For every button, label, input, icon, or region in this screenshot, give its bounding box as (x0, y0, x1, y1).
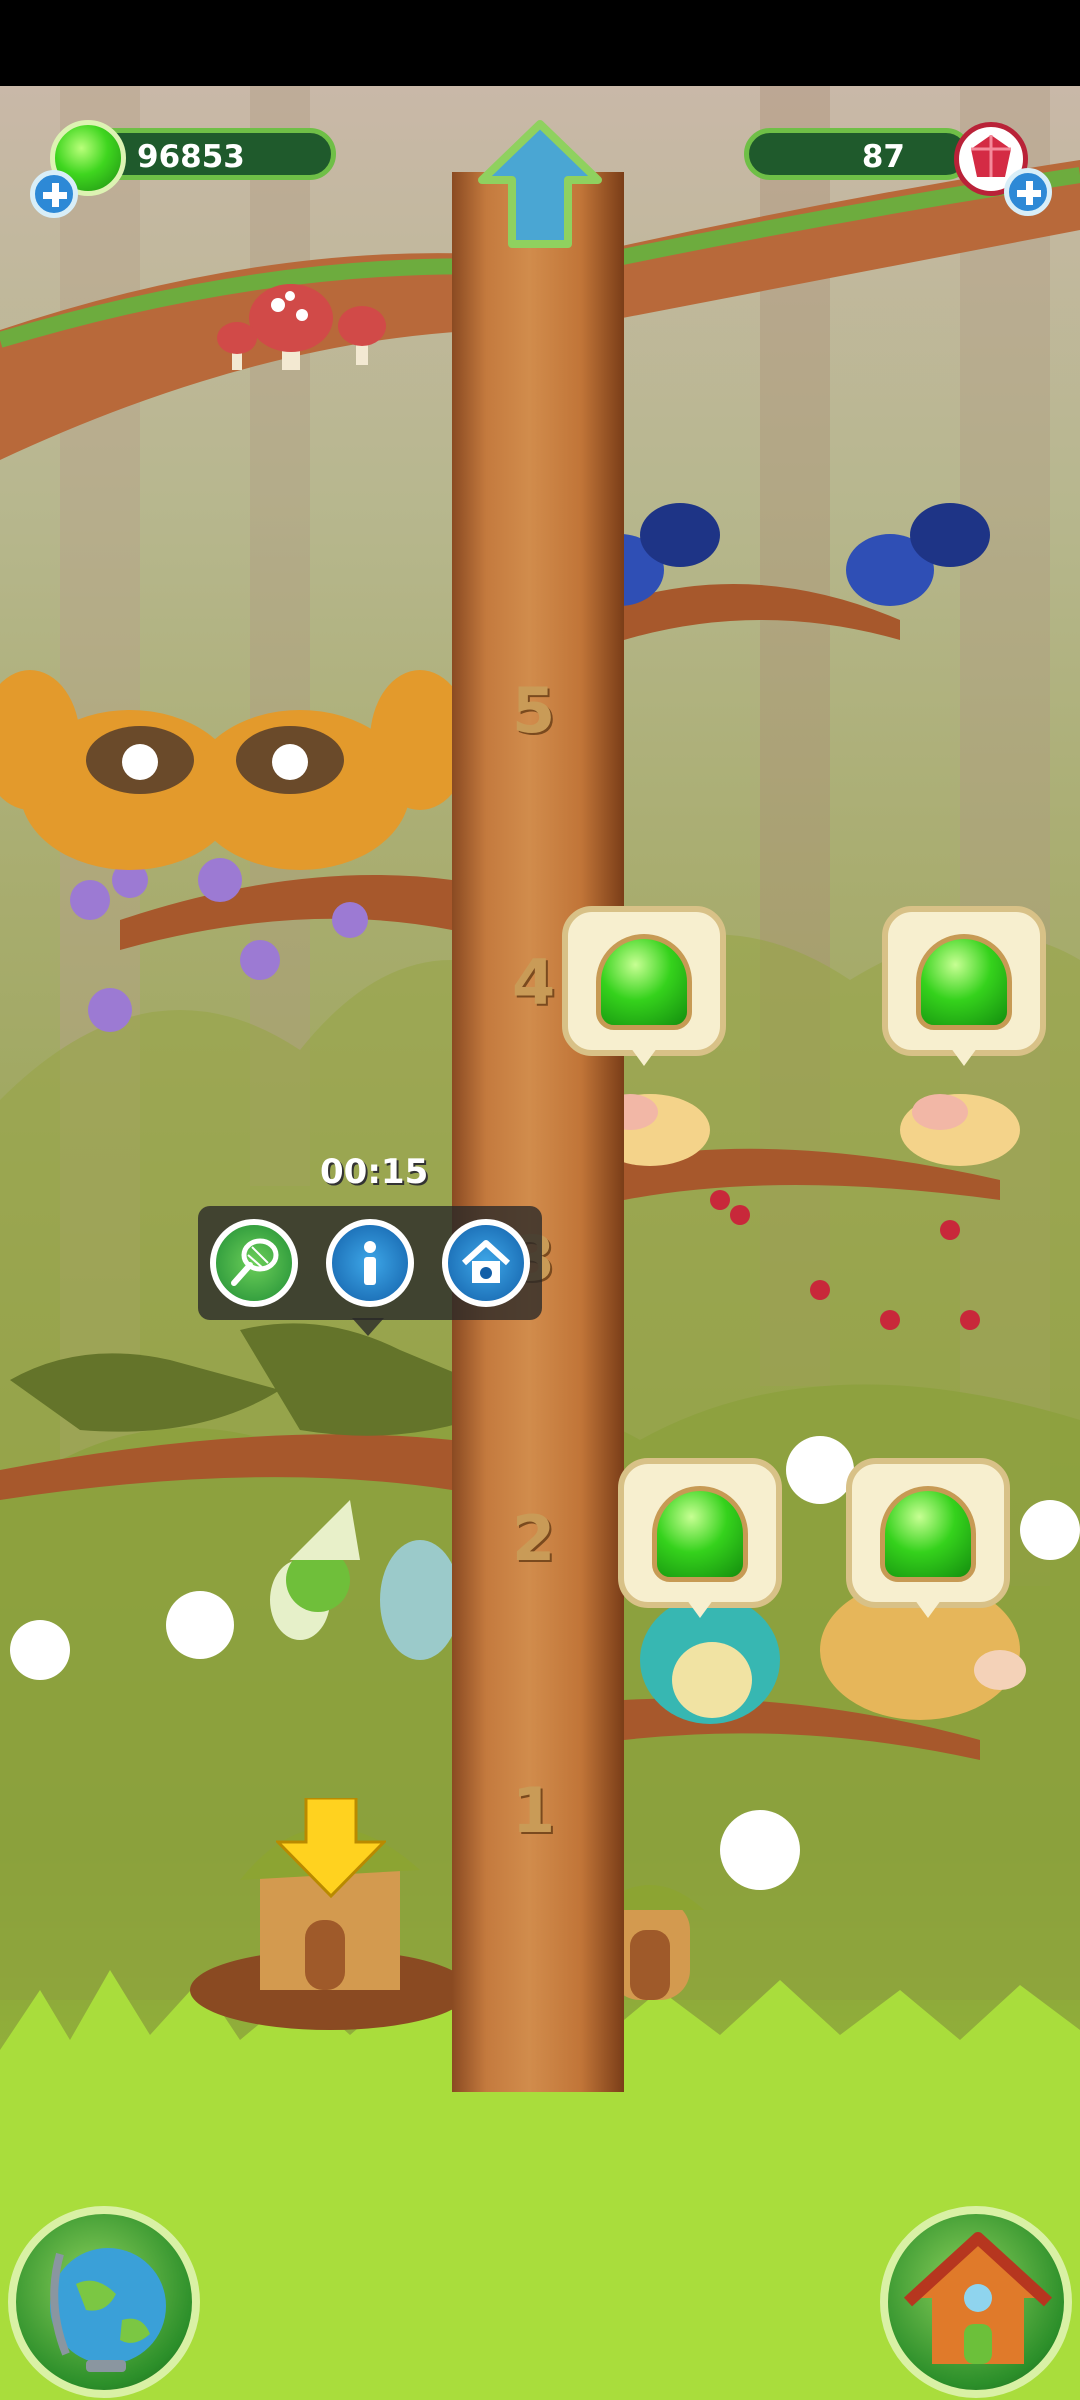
gel-collect-bubble[interactable] (882, 906, 1046, 1074)
gel-count: 96853 (137, 139, 245, 175)
add-gel-button[interactable] (30, 170, 78, 218)
spider-icon (576, 503, 990, 606)
gel-collect-bubble[interactable] (618, 1458, 782, 1626)
gel-collect-bubble[interactable] (846, 1458, 1010, 1626)
crocodile-icon (10, 1323, 520, 1436)
catch-net-button[interactable] (210, 1219, 298, 1307)
down-arrow-icon (276, 1798, 386, 1898)
green-gel-icon (652, 1486, 748, 1582)
pet-house-button[interactable] (442, 1219, 530, 1307)
pet-action-bar (198, 1206, 542, 1336)
globe-icon (50, 2248, 166, 2372)
green-gel-icon (596, 934, 692, 1030)
house-icon (903, 2232, 1053, 2364)
up-arrow-icon[interactable] (478, 120, 602, 250)
info-icon (364, 1241, 376, 1285)
raccoon-icon (0, 670, 470, 870)
world-map-button[interactable] (8, 2206, 200, 2398)
gem-currency-bar: 87 (744, 128, 972, 180)
gel-collect-bubble[interactable] (562, 906, 726, 1074)
countdown-timer: 00:15 (320, 1152, 429, 1192)
level-number: 2 (512, 1502, 556, 1575)
gem-count: 87 (861, 139, 905, 175)
pet-home-button[interactable] (880, 2206, 1072, 2398)
level-number: 5 (512, 674, 556, 747)
info-button[interactable] (326, 1219, 414, 1307)
fairy-icon (270, 1500, 460, 1660)
add-gems-button[interactable] (1004, 168, 1052, 216)
game-screen: 5 4 3 2 1 00:15 (0, 0, 1080, 2400)
sleeping-pet-icon (590, 1094, 1020, 1166)
status-bar (0, 0, 1080, 86)
green-gel-icon (916, 934, 1012, 1030)
level-number: 4 (512, 946, 556, 1019)
net-icon (231, 1238, 279, 1286)
forest-scene: 5 4 3 2 1 00:15 (0, 86, 1080, 2400)
pet-house-icon (461, 1240, 511, 1283)
level-number: 1 (512, 1774, 556, 1847)
green-gel-icon (880, 1486, 976, 1582)
